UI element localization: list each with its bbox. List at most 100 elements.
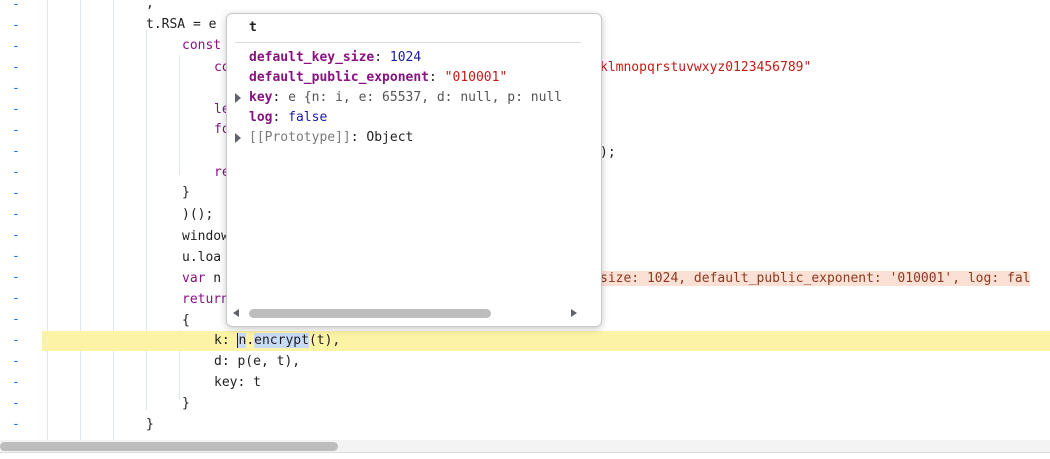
expand-triangle-icon[interactable]: [235, 93, 241, 103]
code-line[interactable]: )();: [182, 205, 213, 225]
property-key: default_public_exponent: [249, 70, 430, 85]
property-key: key: [249, 90, 273, 105]
popover-horizontal-scrollbar[interactable]: [231, 307, 579, 319]
code-line[interactable]: window: [182, 227, 229, 247]
property-value: false: [288, 110, 328, 125]
gutter-marker: -: [12, 312, 20, 327]
code-line[interactable]: }: [182, 394, 190, 414]
property-value: 1024: [389, 50, 422, 65]
gutter-marker: -: [12, 270, 20, 285]
indent-guide: [113, 0, 114, 440]
property-sep: :: [350, 130, 367, 145]
indent-guide: [47, 0, 48, 440]
variable-hover-popover[interactable]: t default_key_size: 1024 default_public_…: [226, 13, 602, 327]
property-sep: :: [429, 70, 445, 85]
scrollbar-thumb[interactable]: [249, 309, 491, 318]
current-line-highlight: [42, 331, 1050, 351]
code-line[interactable]: klmnopqrstuvwxyz0123456789": [600, 58, 811, 78]
code-text: {: [182, 313, 190, 328]
code-text: t.RSA =: [146, 17, 209, 32]
expand-triangle-icon[interactable]: [235, 133, 241, 143]
indent-guide: [179, 55, 180, 175]
gutter-marker: -: [12, 333, 20, 348]
code-text: }: [146, 417, 154, 432]
code-line-current[interactable]: k: n.encrypt(t),: [214, 331, 340, 351]
code-line[interactable]: {: [182, 311, 190, 331]
keyword: const: [182, 38, 222, 53]
code-line[interactable]: ,: [146, 0, 154, 14]
keyword: var: [182, 271, 206, 286]
property-key: default_key_size: [249, 50, 375, 65]
gutter-marker: -: [12, 102, 20, 117]
scroll-right-icon[interactable]: [571, 309, 577, 317]
property-row: default_key_size: 1024: [249, 48, 583, 68]
gutter-marker: -: [12, 228, 20, 243]
code-text: )();: [182, 207, 214, 222]
property-value: "010001": [444, 70, 508, 85]
gutter-marker: -: [12, 396, 20, 411]
property-row-expandable[interactable]: key: e {n: i, e: 65537, d: null, p: null: [235, 88, 583, 108]
property-key: log: [249, 110, 273, 125]
code-text: d: p(e, t),: [214, 354, 301, 369]
popover-divider: [235, 42, 581, 43]
gutter-marker: -: [12, 249, 20, 264]
gutter-marker: -: [12, 417, 20, 432]
code-text: e: [208, 17, 217, 32]
keyword: return: [182, 292, 229, 307]
code-line[interactable]: var n: [182, 269, 221, 289]
code-line[interactable]: return: [182, 290, 229, 310]
gutter-marker: -: [12, 39, 20, 54]
code-line[interactable]: );: [600, 143, 616, 163]
code-text: key: t: [214, 375, 261, 390]
indent-guide: [146, 30, 147, 410]
gutter-marker: -: [12, 0, 20, 12]
gutter-marker: -: [12, 18, 20, 33]
code-text: );: [600, 145, 616, 160]
gutter-marker: -: [12, 186, 20, 201]
indent-guide: [80, 0, 81, 440]
scrollbar-thumb[interactable]: [0, 442, 338, 451]
code-text: n: [205, 271, 222, 286]
gutter-marker: -: [12, 207, 20, 222]
code-text: }: [182, 396, 190, 411]
property-sep: :: [374, 50, 390, 65]
gutter-marker: -: [12, 165, 20, 180]
code-text: window: [182, 229, 229, 244]
method-name: encrypt: [254, 333, 309, 348]
code-text: (t),: [308, 333, 341, 348]
gutter-marker: -: [12, 60, 20, 75]
code-line[interactable]: }: [182, 183, 190, 203]
gutter-marker: -: [12, 354, 20, 369]
line-gutter: - - - - - - - - - - - - - - - - - - - - -: [0, 0, 36, 440]
inline-value-preview: size: 1024, default_public_exponent: '01…: [600, 271, 1031, 286]
code-line[interactable]: u.loa: [182, 248, 221, 268]
gutter-marker: -: [12, 291, 20, 306]
string-literal: klmnopqrstuvwxyz0123456789": [600, 60, 812, 75]
code-text: ,: [146, 0, 154, 11]
popover-title: t: [249, 20, 257, 35]
editor-horizontal-scrollbar[interactable]: [0, 440, 1050, 452]
code-line[interactable]: }: [146, 415, 154, 435]
inline-value-line[interactable]: size: 1024, default_public_exponent: '01…: [600, 269, 1031, 289]
gutter-marker: -: [12, 123, 20, 138]
code-text: k:: [214, 333, 238, 348]
property-sep: :: [272, 90, 289, 105]
scroll-left-icon[interactable]: [233, 309, 239, 317]
property-sep: :: [272, 110, 289, 125]
property-value: Object: [366, 130, 414, 145]
code-line[interactable]: key: t: [214, 373, 261, 393]
code-line[interactable]: d: p(e, t),: [214, 352, 300, 372]
code-text: u.loa: [182, 250, 222, 265]
code-text: .: [246, 333, 255, 348]
gutter-marker: -: [12, 144, 20, 159]
property-key: [[Prototype]]: [249, 130, 351, 145]
property-row-expandable[interactable]: [[Prototype]]: Object: [235, 128, 583, 148]
gutter-marker: -: [12, 81, 20, 96]
code-line[interactable]: const: [182, 36, 221, 56]
code-text: }: [182, 185, 190, 200]
property-value: e {n: i, e: 65537, d: null, p: null: [288, 90, 563, 105]
gutter-marker: -: [12, 375, 20, 390]
property-row: log: false: [249, 108, 583, 128]
code-line[interactable]: t.RSA = e: [146, 15, 216, 35]
property-row: default_public_exponent: "010001": [249, 68, 583, 88]
